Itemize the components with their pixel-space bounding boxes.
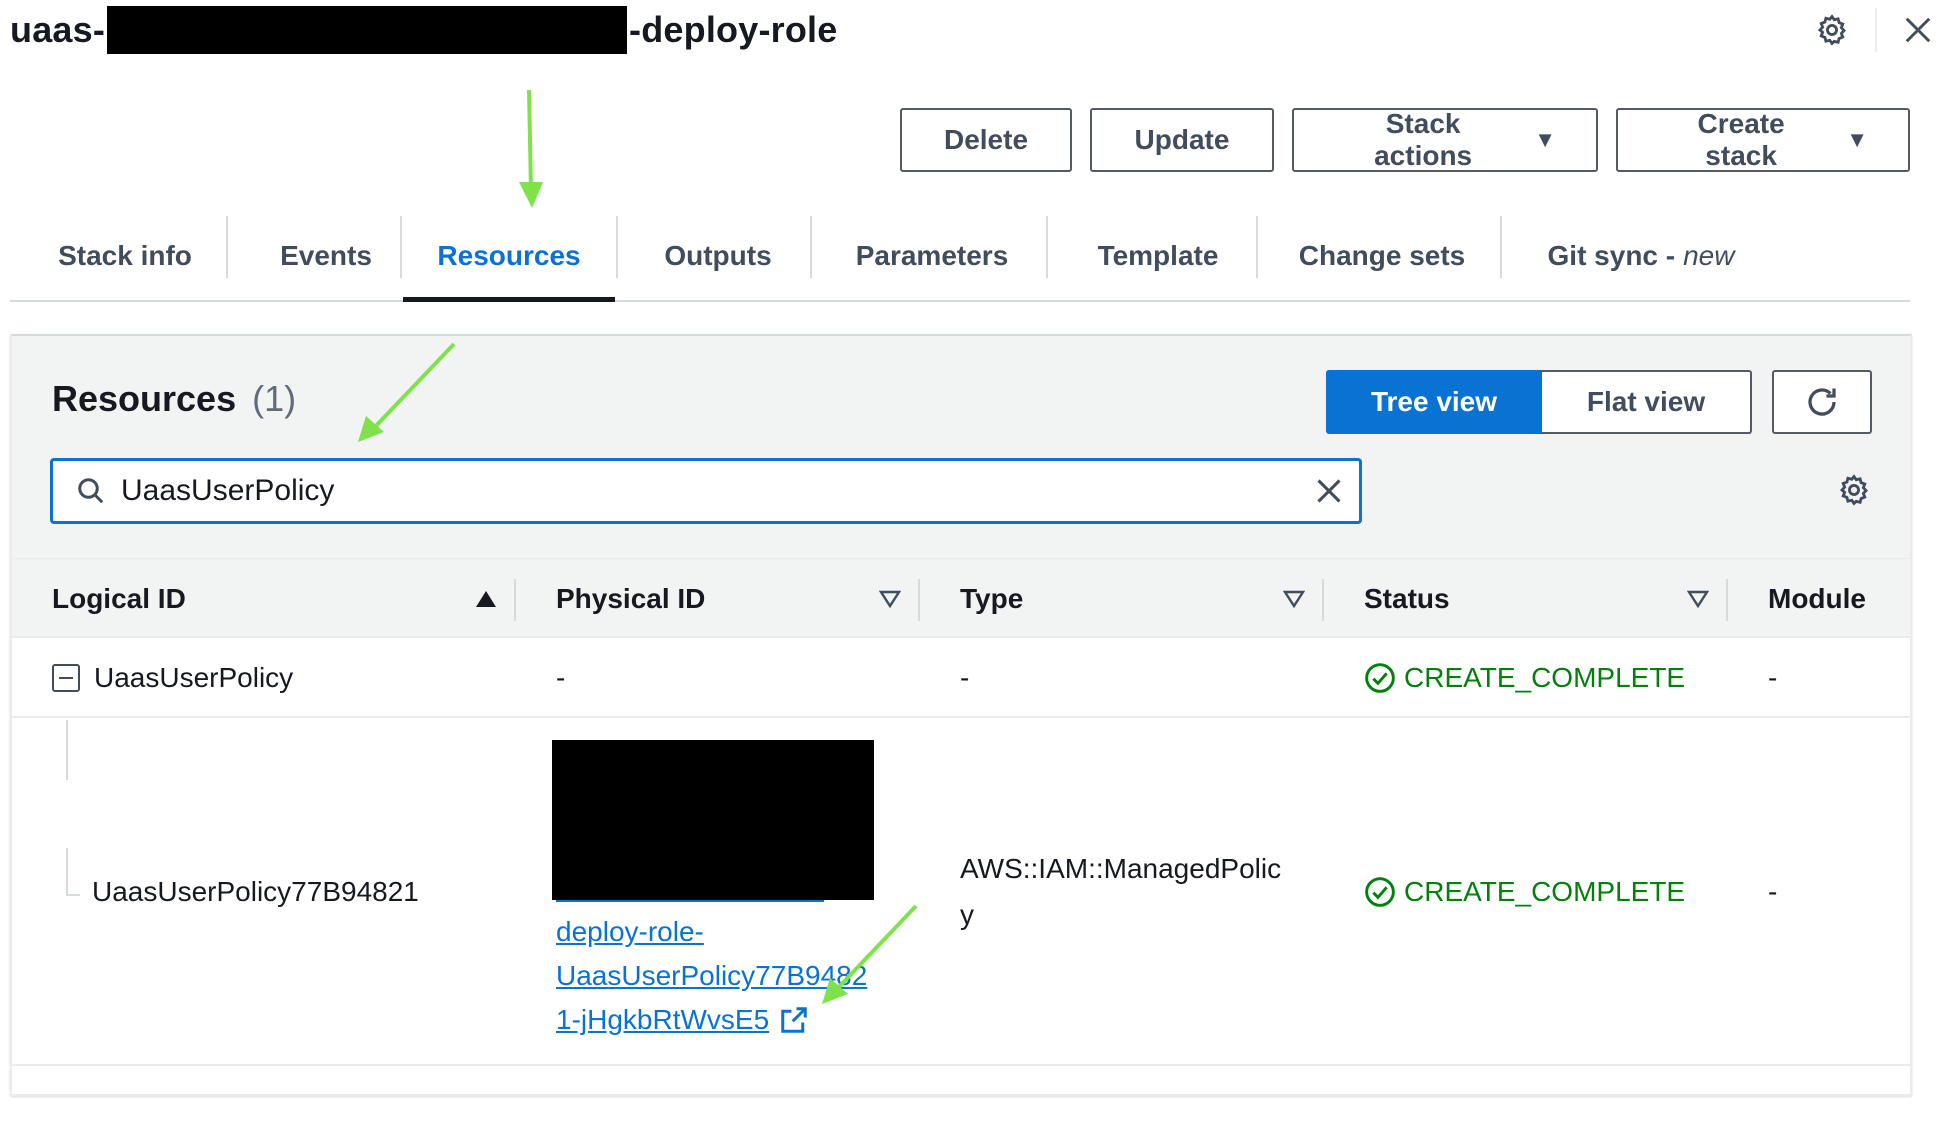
module-cell: - [1768, 876, 1778, 907]
refresh-button[interactable] [1772, 370, 1872, 434]
column-divider [1726, 579, 1728, 621]
physical-id-link[interactable]: deploy-role- UaasUserPolicy77B9482 1-jHg… [556, 910, 876, 1042]
physical-id-line[interactable]: deploy-role- [556, 910, 876, 954]
tab-divider [1046, 216, 1048, 278]
table-row: UaasUserPolicy - - CREATE_COMPLETE - [12, 638, 1910, 718]
status-text: CREATE_COMPLETE [1404, 876, 1686, 907]
collapse-toggle-icon[interactable] [52, 664, 80, 692]
view-toggle: Tree view Flat view [1326, 370, 1752, 434]
tab-change-sets[interactable]: Change sets [1272, 212, 1492, 300]
delete-button[interactable]: Delete [900, 108, 1072, 172]
header-divider [1875, 8, 1877, 52]
sort-icon[interactable] [876, 585, 904, 613]
logical-id-cell: UaasUserPolicy77B94821 [92, 876, 419, 907]
physical-id-line-last[interactable]: 1-jHgkbRtWvsE5 [556, 998, 876, 1042]
new-badge: new [1683, 240, 1735, 271]
tab-outputs[interactable]: Outputs [632, 212, 804, 300]
settings-gear-icon[interactable] [1810, 8, 1854, 52]
stack-header: uaas- -deploy-role [10, 0, 1931, 70]
column-module[interactable]: Module [1768, 559, 1866, 639]
resources-heading: Resources (1) [52, 378, 296, 420]
close-icon[interactable] [1896, 8, 1936, 52]
status-cell: CREATE_COMPLETE [1364, 876, 1685, 908]
type-line: AWS::IAM::ManagedPolic [960, 853, 1282, 884]
tree-view-button[interactable]: Tree view [1326, 370, 1542, 434]
resources-search-field[interactable] [50, 458, 1362, 524]
table-preferences-gear-icon[interactable] [1832, 468, 1876, 512]
stack-actions-bar: Delete Update Stack actions ▼ Create sta… [900, 108, 1910, 172]
tab-parameters[interactable]: Parameters [824, 212, 1040, 300]
tab-divider [616, 216, 618, 278]
status-cell: CREATE_COMPLETE [1364, 662, 1685, 694]
status-text: CREATE_COMPLETE [1404, 662, 1686, 693]
physical-id-cell: - [556, 662, 566, 693]
sort-icon[interactable] [1684, 585, 1712, 613]
physical-id-line[interactable]: 1-jHgkbRtWvsE5 [556, 998, 769, 1042]
stack-actions-label: Stack actions [1374, 108, 1473, 171]
stack-title-suffix: -deploy-role [629, 9, 838, 50]
update-button[interactable]: Update [1090, 108, 1274, 172]
table-row: UaasUserPolicy77B94821 deploy-role- Uaas… [12, 718, 1910, 1066]
tab-git-sync[interactable]: Git sync - new [1516, 212, 1766, 300]
refresh-icon [1808, 388, 1836, 416]
stack-actions-button[interactable]: Stack actions ▼ [1292, 108, 1598, 172]
module-cell: - [1768, 662, 1778, 693]
sort-ascending-icon[interactable] [472, 585, 500, 613]
resources-panel-header: Resources (1) Tree view Flat view [12, 336, 1910, 558]
tab-git-sync-label: Git sync - [1547, 240, 1676, 271]
type-line: y [960, 899, 974, 930]
redacted-block [107, 6, 628, 54]
physical-id-line[interactable]: UaasUserPolicy77B9482 [556, 954, 876, 998]
column-divider [514, 579, 516, 621]
tab-divider [1500, 216, 1502, 278]
tab-divider [1256, 216, 1258, 278]
tab-events[interactable]: Events [242, 212, 410, 300]
tab-divider [400, 216, 402, 278]
type-cell: AWS::IAM::ManagedPolic y [960, 846, 1281, 938]
resources-count: (1) [252, 378, 297, 419]
annotation-arrow-tab [519, 89, 543, 208]
column-divider [918, 579, 920, 621]
table-header: Logical ID Physical ID Type Status Modul… [12, 558, 1910, 638]
stack-title-prefix: uaas- [10, 9, 106, 50]
stack-title: uaas- -deploy-role [10, 6, 837, 54]
tab-divider [810, 216, 812, 278]
column-logical-id[interactable]: Logical ID [52, 559, 186, 639]
redacted-block [552, 740, 874, 900]
link-underline-fragment [556, 900, 824, 902]
create-stack-button[interactable]: Create stack ▼ [1616, 108, 1910, 172]
stack-tabs: Stack info Events Resources Outputs Para… [10, 212, 1910, 302]
resources-title: Resources [52, 378, 237, 419]
external-link-icon [781, 1007, 807, 1033]
sort-icon[interactable] [1280, 585, 1308, 613]
search-icon [61, 476, 121, 506]
logical-id-cell: UaasUserPolicy [94, 662, 294, 693]
clear-search-icon[interactable] [1299, 477, 1359, 505]
tab-divider [226, 216, 228, 278]
column-status[interactable]: Status [1364, 559, 1450, 639]
tab-resources[interactable]: Resources [403, 212, 615, 302]
caret-down-icon: ▼ [1846, 127, 1868, 152]
create-stack-label: Create stack [1697, 108, 1785, 171]
check-circle-icon [1365, 663, 1395, 693]
search-input[interactable] [121, 474, 1299, 508]
column-physical-id[interactable]: Physical ID [556, 559, 705, 639]
type-cell: - [960, 662, 970, 693]
resources-panel: Resources (1) Tree view Flat view Logica… [10, 334, 1912, 1096]
tab-template[interactable]: Template [1060, 212, 1256, 300]
tab-stack-info[interactable]: Stack info [40, 212, 210, 300]
check-circle-icon [1365, 877, 1395, 907]
column-type[interactable]: Type [960, 559, 1023, 639]
caret-down-icon: ▼ [1534, 127, 1556, 152]
column-divider [1322, 579, 1324, 621]
flat-view-button[interactable]: Flat view [1542, 370, 1752, 434]
